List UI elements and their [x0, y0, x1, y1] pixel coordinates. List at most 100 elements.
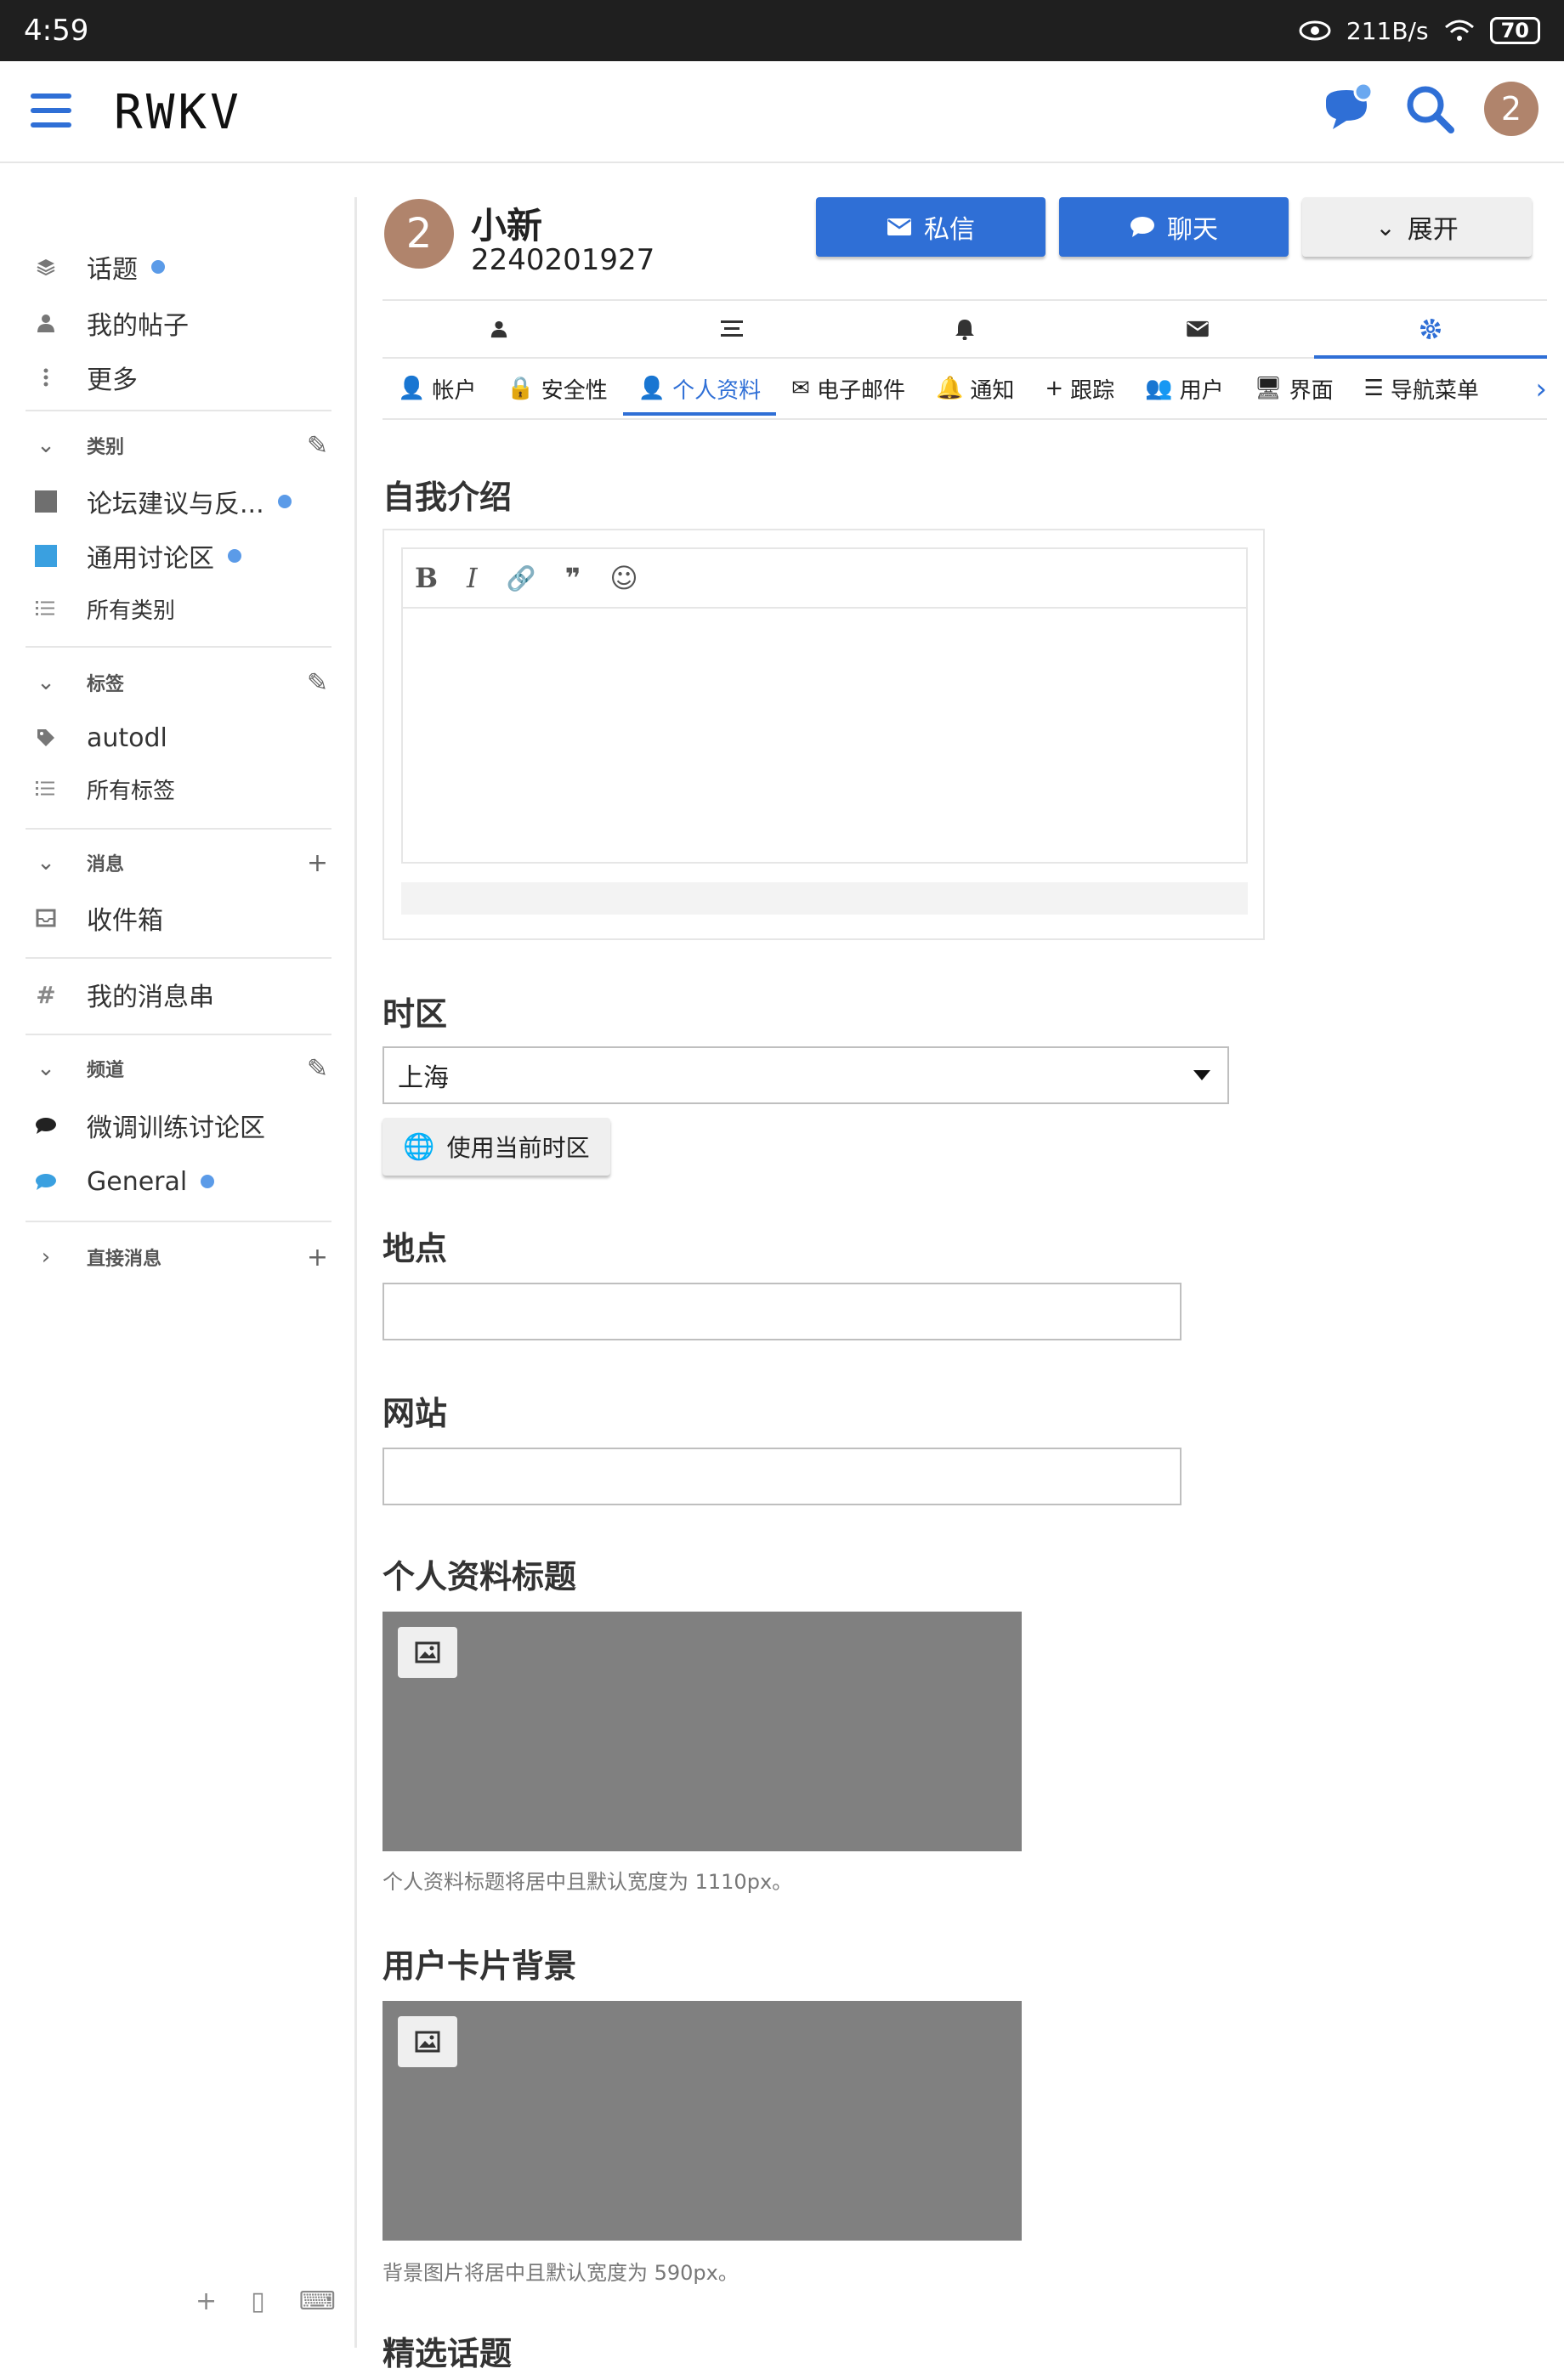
expand-button[interactable]: ⌄ 展开: [1302, 197, 1532, 257]
private-message-button[interactable]: 私信: [816, 197, 1046, 257]
tab-activity[interactable]: [615, 301, 848, 357]
chat-bubble-icon: [1130, 217, 1154, 237]
emoji-icon[interactable]: ☺: [609, 562, 638, 594]
profile-header-title: 个人资料标题: [382, 1558, 577, 1595]
bio-title: 自我介绍: [382, 479, 513, 516]
unread-dot: [151, 260, 165, 274]
gear-icon: [1420, 319, 1441, 339]
sidebar-section-channels[interactable]: ⌄ 频道 ✎: [26, 1047, 332, 1090]
website-input[interactable]: [382, 1448, 1182, 1505]
sidebar-item-all-categories[interactable]: 所有类别: [26, 583, 332, 634]
sidebar-section-categories[interactable]: ⌄ 类别 ✎: [26, 424, 332, 467]
subtab-tracking[interactable]: + 跟踪: [1029, 359, 1130, 418]
profile-avatar: 2: [384, 199, 454, 269]
list-lines-icon: [721, 320, 743, 337]
sidebar-item-category-feedback[interactable]: 论坛建议与反...: [26, 476, 332, 527]
search-icon[interactable]: [1404, 83, 1455, 134]
sidebar-section-direct-messages[interactable]: › 直接消息 +: [26, 1236, 332, 1278]
desktop-icon: 🖥: [1254, 376, 1283, 401]
tab-notifications[interactable]: [848, 301, 1081, 357]
sidebar-item-topics[interactable]: 话题: [26, 241, 332, 292]
image-icon: [415, 2031, 440, 2053]
sidebar-item-all-tags[interactable]: 所有标签: [26, 763, 332, 814]
layers-icon: [26, 257, 66, 277]
sidebar-item-my-threads[interactable]: # 我的消息串: [26, 969, 332, 1020]
chevron-right-icon[interactable]: ›: [1513, 359, 1547, 418]
envelope-icon: ✉: [791, 376, 810, 401]
network-speed: 211B/s: [1346, 16, 1429, 45]
list-icon: [26, 600, 66, 617]
plus-icon[interactable]: +: [307, 848, 328, 878]
unread-dot: [277, 495, 292, 508]
mobile-icon[interactable]: ▯: [251, 2286, 265, 2316]
sidebar-item-category-general[interactable]: 通用讨论区: [26, 530, 332, 581]
user-avatar[interactable]: 2: [1484, 82, 1538, 136]
image-upload-button[interactable]: [398, 2016, 457, 2067]
italic-icon[interactable]: I: [467, 562, 478, 594]
category-color-square: [35, 545, 57, 567]
user-icon: [26, 313, 66, 333]
sidebar: 话题 我的帖子 更多 ⌄ 类别 ✎ 论坛建议与反... 通用讨论区 所有类别 ⌄ 标…: [0, 197, 357, 2348]
envelope-icon: [887, 218, 911, 235]
profile-header-hint: 个人资料标题将居中且默认宽度为 1110px。: [382, 1870, 793, 1894]
subtab-interface[interactable]: 🖥 界面: [1239, 359, 1349, 418]
sidebar-section-messages[interactable]: ⌄ 消息 +: [26, 842, 332, 884]
image-upload-button[interactable]: [398, 1627, 457, 1678]
pencil-icon[interactable]: ✎: [307, 431, 328, 461]
subtab-notifications[interactable]: 🔔 通知: [921, 359, 1029, 418]
category-color-square: [35, 490, 57, 513]
sidebar-item-inbox[interactable]: 收件箱: [26, 892, 332, 944]
profile-nav-tabs: [382, 299, 1547, 359]
subtab-email[interactable]: ✉ 电子邮件: [776, 359, 921, 418]
subtab-users[interactable]: 👥 用户: [1130, 359, 1238, 418]
sidebar-section-tags[interactable]: ⌄ 标签 ✎: [26, 661, 332, 704]
chat-bubble-icon[interactable]: [1321, 83, 1375, 134]
site-header: RWKV 2: [0, 61, 1564, 163]
sidebar-item-tag-autodl[interactable]: autodl: [26, 712, 332, 763]
chat-bubble-icon: [26, 1116, 66, 1135]
location-input[interactable]: [382, 1283, 1182, 1340]
sidebar-item-channel-general[interactable]: General: [26, 1156, 332, 1207]
subtab-account[interactable]: 👤 帐户: [382, 359, 491, 418]
card-background-title: 用户卡片背景: [382, 1947, 577, 1985]
timezone-select[interactable]: 上海: [382, 1046, 1229, 1104]
chevron-down-icon: ⌄: [37, 850, 55, 876]
featured-topic-title: 精选话题: [382, 2335, 513, 2372]
profile-header-image: [382, 1612, 1022, 1851]
plus-icon[interactable]: +: [196, 2286, 217, 2316]
hamburger-menu-icon[interactable]: [31, 94, 71, 131]
tab-summary[interactable]: [382, 301, 615, 357]
use-current-timezone-button[interactable]: 🌐 使用当前时区: [382, 1118, 610, 1176]
sidebar-item-channel-finetune[interactable]: 微调训练讨论区: [26, 1100, 332, 1151]
subtab-profile[interactable]: 👤 个人资料: [622, 359, 777, 418]
tab-messages[interactable]: [1081, 301, 1314, 357]
editor-toolbar: B I 🔗 ❞ ☺: [401, 547, 1248, 609]
link-icon[interactable]: 🔗: [507, 564, 536, 592]
site-logo[interactable]: RWKV: [114, 85, 242, 140]
user-icon: 👤: [638, 376, 666, 401]
profile-name: 小新: [471, 205, 543, 246]
envelope-icon: [1187, 320, 1209, 337]
plus-icon[interactable]: +: [307, 1243, 328, 1272]
chat-button[interactable]: 聊天: [1059, 197, 1289, 257]
card-background-hint: 背景图片将居中且默认宽度为 590px。: [382, 2261, 739, 2285]
pencil-icon[interactable]: ✎: [307, 668, 328, 698]
sidebar-item-more[interactable]: 更多: [26, 352, 332, 403]
image-icon: [415, 1641, 440, 1663]
bold-icon[interactable]: B: [415, 562, 438, 594]
double-chevron-down-icon: ⌄: [1375, 212, 1396, 241]
chevron-down-icon: ⌄: [37, 1056, 55, 1081]
bio-textarea[interactable]: [401, 609, 1248, 864]
lock-icon: 🔒: [507, 376, 535, 401]
subtab-navigation-menu[interactable]: ☰ 导航菜单: [1349, 359, 1494, 418]
card-background-image: [382, 2001, 1022, 2241]
pencil-icon[interactable]: ✎: [307, 1054, 328, 1084]
quote-icon[interactable]: ❞: [565, 562, 581, 594]
wifi-icon: [1444, 20, 1474, 41]
sidebar-item-my-posts[interactable]: 我的帖子: [26, 298, 332, 348]
keyboard-icon[interactable]: ⌨: [299, 2286, 336, 2316]
status-bar: 4:59 211B/s 70: [0, 0, 1564, 61]
tab-preferences[interactable]: [1314, 301, 1547, 359]
subtab-security[interactable]: 🔒 安全性: [491, 359, 622, 418]
timezone-title: 时区: [382, 995, 448, 1033]
